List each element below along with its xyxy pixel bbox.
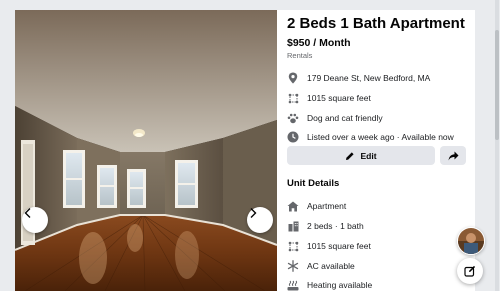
new-message-button[interactable] [457,258,483,284]
unit-detail-item: 2 beds · 1 bath [287,218,364,234]
pencil-icon [346,151,355,160]
listing-photo[interactable] [15,10,277,291]
edit-button-label: Edit [360,150,377,161]
edit-button[interactable]: Edit [287,146,435,165]
unit-detail-label: 1015 square feet [307,241,371,251]
unit-detail-label: Heating available [307,280,373,290]
listed-row: Listed over a week ago · Available now [287,129,454,145]
share-button[interactable] [440,146,466,165]
pets-row: Dog and cat friendly [287,110,383,126]
contact-avatar[interactable] [457,227,485,255]
building-icon [287,220,299,232]
address-row[interactable]: 179 Deane St, New Bedford, MA [287,70,430,86]
scrollbar-thumb[interactable] [495,30,499,140]
home-icon [287,200,299,212]
page-scrollbar[interactable] [495,0,499,291]
unit-detail-item: Heating available [287,277,372,291]
listed-text: Listed over a week ago · Available now [307,132,454,142]
unit-detail-item: Apartment [287,198,346,214]
chevron-left-icon [24,208,31,218]
square-feet-icon [287,92,299,104]
unit-detail-item: 1015 square feet [287,238,371,254]
snowflake-icon [287,260,299,272]
previous-photo-button[interactable] [22,207,48,233]
compose-icon [464,265,476,277]
listing-title: 2 Beds 1 Bath Apartment [287,15,465,32]
unit-detail-item: AC available [287,258,355,274]
address-text: 179 Deane St, New Bedford, MA [307,73,431,83]
paw-icon [287,112,299,124]
size-row: 1015 square feet [287,90,371,106]
clock-icon [287,131,299,143]
pets-text: Dog and cat friendly [307,113,383,123]
size-text: 1015 square feet [307,93,371,103]
chevron-right-icon [250,208,257,218]
heating-icon [287,279,299,291]
listing-details: 2 Beds 1 Bath Apartment $950 / Month Ren… [287,10,473,291]
listing-price: $950 / Month [287,37,351,49]
apartment-room-image [15,10,277,291]
listing-card: 2 Beds 1 Bath Apartment $950 / Month Ren… [15,10,475,291]
share-arrow-icon [448,151,458,160]
next-photo-button[interactable] [247,207,273,233]
avatar-image [458,228,484,254]
listing-category[interactable]: Rentals [287,51,312,60]
unit-detail-label: 2 beds · 1 bath [307,221,364,231]
unit-detail-label: Apartment [307,201,347,211]
unit-details-heading: Unit Details [287,178,340,189]
unit-detail-label: AC available [307,261,355,271]
square-feet-icon [287,240,299,252]
location-pin-icon [287,72,299,84]
